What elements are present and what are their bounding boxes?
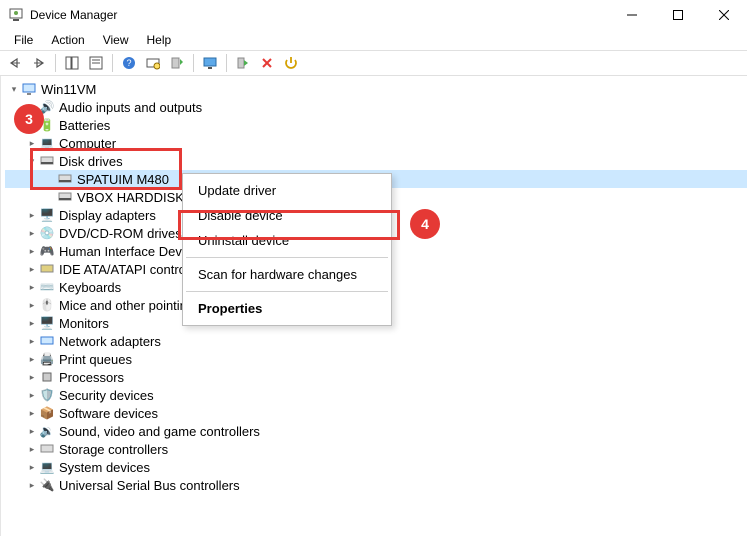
sound-icon: 🔉	[39, 423, 55, 439]
category-storage[interactable]: ▸Storage controllers	[5, 440, 747, 458]
category-processors[interactable]: ▸Processors	[5, 368, 747, 386]
category-sound[interactable]: ▸🔉Sound, video and game controllers	[5, 422, 747, 440]
minimize-button[interactable]	[609, 0, 655, 30]
context-separator	[186, 257, 388, 258]
toolbar: ?	[0, 50, 747, 76]
disable-device-icon[interactable]	[280, 52, 302, 74]
chevron-right-icon[interactable]: ▸	[25, 138, 39, 149]
usb-icon: 🔌	[39, 477, 55, 493]
menu-view[interactable]: View	[95, 31, 137, 49]
properties-icon[interactable]	[85, 52, 107, 74]
mouse-icon: 🖱️	[39, 297, 55, 313]
disk-icon	[57, 171, 73, 187]
chevron-right-icon[interactable]: ▸	[25, 462, 39, 473]
toolbar-separator	[112, 54, 113, 72]
chevron-right-icon[interactable]: ▸	[25, 246, 39, 257]
disk-icon	[39, 153, 55, 169]
toolbar-separator	[55, 54, 56, 72]
help-icon[interactable]: ?	[118, 52, 140, 74]
disk-icon	[57, 189, 73, 205]
chevron-right-icon[interactable]: ▸	[25, 210, 39, 221]
menu-action[interactable]: Action	[43, 31, 92, 49]
menu-file[interactable]: File	[6, 31, 41, 49]
context-menu: Update driver Disable device Uninstall d…	[182, 173, 392, 326]
category-batteries[interactable]: ▸🔋Batteries	[5, 116, 747, 134]
category-security[interactable]: ▸🛡️Security devices	[5, 386, 747, 404]
maximize-button[interactable]	[655, 0, 701, 30]
chevron-right-icon[interactable]: ▸	[25, 336, 39, 347]
computer-monitor-icon[interactable]	[199, 52, 221, 74]
annotation-badge-4: 4	[410, 209, 440, 239]
forward-button-icon[interactable]	[28, 52, 50, 74]
category-print-queues[interactable]: ▸🖨️Print queues	[5, 350, 747, 368]
back-button-icon[interactable]	[4, 52, 26, 74]
storage-icon	[39, 441, 55, 457]
chevron-right-icon[interactable]: ▸	[25, 426, 39, 437]
category-usb[interactable]: ▸🔌Universal Serial Bus controllers	[5, 476, 747, 494]
uninstall-device-icon[interactable]	[256, 52, 278, 74]
chevron-right-icon[interactable]: ▸	[25, 282, 39, 293]
chevron-right-icon[interactable]: ▸	[25, 228, 39, 239]
scan-hardware-icon[interactable]	[142, 52, 164, 74]
enable-device-icon[interactable]	[232, 52, 254, 74]
chevron-right-icon[interactable]: ▸	[25, 354, 39, 365]
ide-icon	[39, 261, 55, 277]
context-properties[interactable]: Properties	[184, 296, 390, 321]
context-disable-device[interactable]: Disable device	[184, 203, 390, 228]
system-icon: 💻	[39, 459, 55, 475]
chevron-down-icon[interactable]: ▾	[7, 84, 21, 95]
computer-icon: 💻	[39, 135, 55, 151]
root-label: Win11VM	[41, 82, 96, 97]
chevron-right-icon[interactable]: ▸	[25, 264, 39, 275]
category-audio[interactable]: ▸🔊Audio inputs and outputs	[5, 98, 747, 116]
monitor-icon: 🖥️	[39, 315, 55, 331]
shield-icon: 🛡️	[39, 387, 55, 403]
toolbar-separator	[193, 54, 194, 72]
chevron-right-icon[interactable]: ▸	[25, 480, 39, 491]
category-software[interactable]: ▸📦Software devices	[5, 404, 747, 422]
menubar: File Action View Help	[0, 30, 747, 50]
chevron-right-icon[interactable]: ▸	[25, 372, 39, 383]
hid-icon: 🎮	[39, 243, 55, 259]
dvd-icon: 💿	[39, 225, 55, 241]
category-disk-drives[interactable]: ▾Disk drives	[5, 152, 747, 170]
chevron-down-icon[interactable]: ▾	[25, 156, 39, 167]
close-button[interactable]	[701, 0, 747, 30]
annotation-badge-3: 3	[14, 104, 44, 134]
root-node[interactable]: ▾ Win11VM	[5, 80, 747, 98]
chevron-right-icon[interactable]: ▸	[25, 318, 39, 329]
context-scan-hardware[interactable]: Scan for hardware changes	[184, 262, 390, 287]
printer-icon: 🖨️	[39, 351, 55, 367]
display-icon: 🖥️	[39, 207, 55, 223]
cpu-icon	[39, 369, 55, 385]
update-driver-icon[interactable]	[166, 52, 188, 74]
chevron-right-icon[interactable]: ▸	[25, 444, 39, 455]
titlebar: Device Manager	[0, 0, 747, 30]
network-icon	[39, 333, 55, 349]
chevron-right-icon[interactable]: ▸	[25, 408, 39, 419]
category-system[interactable]: ▸💻System devices	[5, 458, 747, 476]
category-computer[interactable]: ▸💻Computer	[5, 134, 747, 152]
context-separator	[186, 291, 388, 292]
menu-help[interactable]: Help	[139, 31, 180, 49]
category-network[interactable]: ▸Network adapters	[5, 332, 747, 350]
show-hide-tree-icon[interactable]	[61, 52, 83, 74]
software-icon: 📦	[39, 405, 55, 421]
app-icon	[8, 7, 24, 23]
toolbar-separator	[226, 54, 227, 72]
window-title: Device Manager	[30, 8, 117, 22]
context-uninstall-device[interactable]: Uninstall device	[184, 228, 390, 253]
chevron-right-icon[interactable]: ▸	[25, 300, 39, 311]
window-controls	[609, 0, 747, 30]
computer-icon	[21, 81, 37, 97]
svg-text:?: ?	[126, 58, 131, 68]
chevron-right-icon[interactable]: ▸	[25, 390, 39, 401]
context-update-driver[interactable]: Update driver	[184, 178, 390, 203]
keyboard-icon: ⌨️	[39, 279, 55, 295]
